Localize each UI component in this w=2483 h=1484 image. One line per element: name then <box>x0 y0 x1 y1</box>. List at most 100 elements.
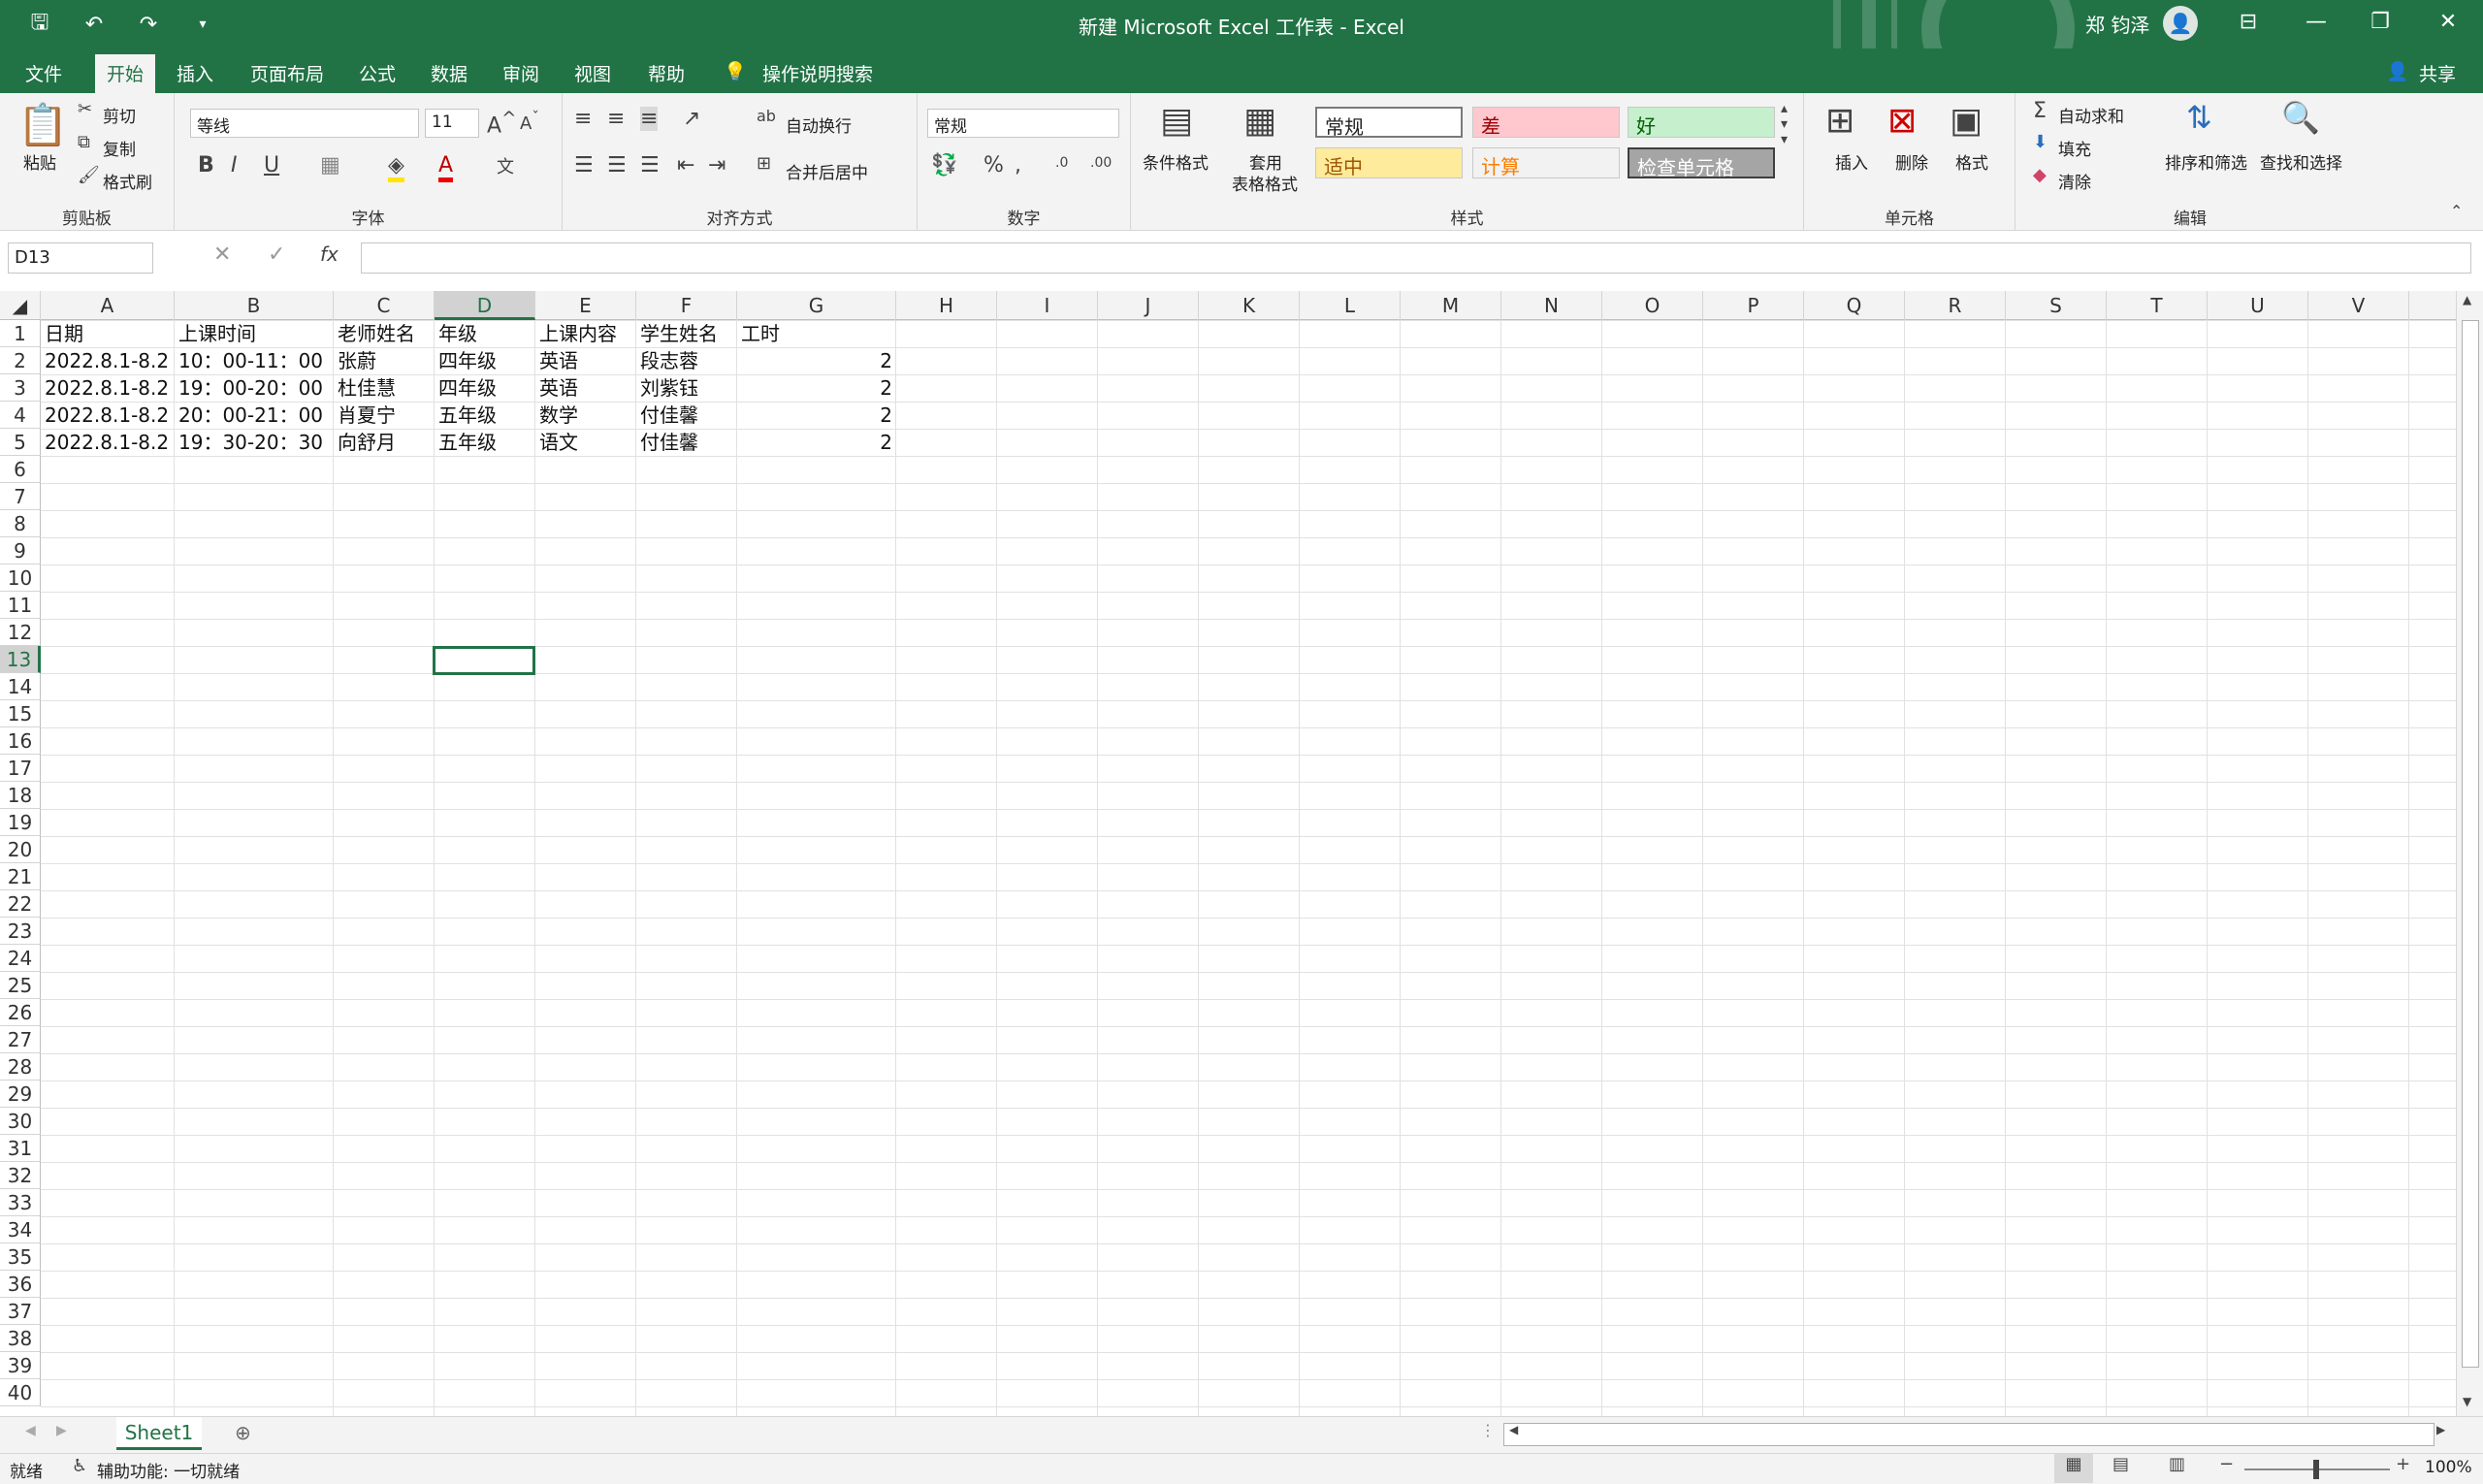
row-header[interactable]: 27 <box>0 1026 41 1053</box>
table-cell[interactable]: 2 <box>737 429 896 456</box>
page-break-view-icon[interactable]: ▥ <box>2169 1454 2185 1474</box>
column-header[interactable]: B <box>175 291 334 320</box>
percent-icon[interactable]: % <box>984 153 1004 177</box>
table-cell[interactable]: 五年级 <box>435 402 535 429</box>
table-cell[interactable]: 英语 <box>535 374 636 402</box>
column-header[interactable]: O <box>1602 291 1703 320</box>
normal-view-icon[interactable]: ▦ <box>2054 1454 2093 1483</box>
align-center-icon[interactable]: ☰ <box>607 153 627 177</box>
row-header[interactable]: 38 <box>0 1325 41 1352</box>
align-middle-icon[interactable]: ≡ <box>607 107 625 131</box>
scroll-left-icon[interactable]: ◀ <box>1509 1423 1518 1436</box>
tab-view[interactable]: 视图 <box>574 60 611 86</box>
table-cell[interactable]: 2022.8.1-8.2 <box>41 347 175 374</box>
table-cell[interactable]: 学生姓名 <box>636 320 737 347</box>
align-left-icon[interactable]: ☰ <box>574 153 594 177</box>
column-header[interactable]: A <box>41 291 175 320</box>
row-header[interactable]: 32 <box>0 1162 41 1189</box>
table-cell[interactable]: 2 <box>737 402 896 429</box>
cancel-icon[interactable]: ✕ <box>213 242 231 267</box>
column-header[interactable]: G <box>737 291 896 320</box>
table-cell[interactable]: 杜佳慧 <box>334 374 435 402</box>
align-top-icon[interactable]: ≡ <box>574 107 592 131</box>
decrease-indent-icon[interactable]: ⇤ <box>677 153 694 177</box>
row-header[interactable]: 21 <box>0 863 41 890</box>
zoom-slider-thumb[interactable] <box>2313 1460 2319 1479</box>
align-right-icon[interactable]: ☰ <box>640 153 660 177</box>
scroll-right-icon[interactable]: ▶ <box>2436 1423 2445 1436</box>
accessibility-status[interactable]: 辅助功能: 一切就绪 <box>97 1458 240 1482</box>
table-cell[interactable]: 20：00-21：00 <box>175 402 334 429</box>
user-name[interactable]: 郑 钧泽 <box>2085 10 2149 38</box>
table-cell[interactable]: 工时 <box>737 320 896 347</box>
style-calculation[interactable]: 计算 <box>1472 147 1620 178</box>
column-header[interactable]: I <box>997 291 1098 320</box>
style-normal[interactable]: 常规 <box>1315 107 1463 139</box>
paste-icon[interactable]: 📋 <box>17 101 68 149</box>
increase-decimal-icon[interactable]: .0 <box>1055 155 1068 171</box>
border-icon[interactable]: ▦ <box>320 153 340 177</box>
row-header[interactable]: 36 <box>0 1271 41 1298</box>
column-header[interactable]: P <box>1703 291 1804 320</box>
tab-insert[interactable]: 插入 <box>177 60 213 86</box>
autosum-button[interactable]: 自动求和 <box>2058 103 2124 127</box>
table-cell[interactable]: 日期 <box>41 320 175 347</box>
column-header[interactable]: V <box>2308 291 2409 320</box>
bold-icon[interactable]: B <box>198 153 214 177</box>
orientation-icon[interactable]: ↗ <box>683 107 700 131</box>
table-cell[interactable]: 张蔚 <box>334 347 435 374</box>
column-header[interactable]: U <box>2208 291 2308 320</box>
column-header[interactable]: J <box>1098 291 1199 320</box>
decrease-font-icon[interactable]: Aˇ <box>520 109 539 134</box>
clear-button[interactable]: 清除 <box>2058 169 2091 193</box>
horizontal-scrollbar[interactable] <box>1503 1423 2435 1446</box>
format-table-line2[interactable]: 表格格式 <box>1232 171 1298 195</box>
row-header[interactable]: 16 <box>0 727 41 755</box>
zoom-out-icon[interactable]: − <box>2219 1454 2234 1474</box>
vertical-scrollbar[interactable]: ▲ ▼ <box>2456 291 2483 1416</box>
table-cell[interactable]: 10：00-11：00 <box>175 347 334 374</box>
font-color-icon[interactable]: A <box>438 153 454 182</box>
copy-button[interactable]: 复制 <box>103 136 136 160</box>
currency-icon[interactable]: 💱 <box>931 153 957 177</box>
tab-data[interactable]: 数据 <box>431 60 468 86</box>
cell-grid[interactable] <box>41 320 2456 1416</box>
row-header[interactable]: 28 <box>0 1053 41 1081</box>
sort-filter-button[interactable]: 排序和筛选 <box>2165 149 2247 174</box>
column-header[interactable]: L <box>1300 291 1401 320</box>
table-cell[interactable]: 上课时间 <box>175 320 334 347</box>
row-header[interactable]: 34 <box>0 1216 41 1243</box>
column-header[interactable]: D <box>435 291 535 320</box>
tab-home[interactable]: 开始 <box>95 54 156 93</box>
row-header[interactable]: 11 <box>0 592 41 619</box>
next-sheet-icon[interactable]: ▶ <box>56 1423 67 1438</box>
table-cell[interactable]: 19：00-20：00 <box>175 374 334 402</box>
split-handle-icon[interactable]: ⋮ <box>1480 1421 1496 1439</box>
worksheet[interactable]: ◢ ABCDEFGHIJKLMNOPQRSTUV 1 2 3 4 5 6 7 8 9 10 11 12… <box>0 291 2483 1416</box>
row-header[interactable]: 9 <box>0 537 41 565</box>
formula-input[interactable] <box>361 242 2471 274</box>
tab-review[interactable]: 审阅 <box>502 60 539 86</box>
font-name-select[interactable]: 等线 <box>190 109 419 138</box>
row-header[interactable]: 31 <box>0 1135 41 1162</box>
table-cell[interactable]: 段志蓉 <box>636 347 737 374</box>
phonetic-icon[interactable]: 文 <box>497 153 514 178</box>
row-header[interactable]: 7 <box>0 483 41 510</box>
enter-icon[interactable]: ✓ <box>268 242 285 267</box>
table-cell[interactable]: 四年级 <box>435 347 535 374</box>
row-header[interactable]: 24 <box>0 945 41 972</box>
column-header[interactable]: S <box>2006 291 2107 320</box>
italic-icon[interactable]: I <box>231 153 238 177</box>
row-header[interactable]: 20 <box>0 836 41 863</box>
table-cell[interactable]: 2022.8.1-8.2 <box>41 402 175 429</box>
paste-button[interactable]: 粘贴 <box>23 149 56 174</box>
table-cell[interactable]: 19：30-20：30 <box>175 429 334 456</box>
prev-sheet-icon[interactable]: ◀ <box>25 1423 36 1438</box>
merge-center-button[interactable]: 合并后居中 <box>786 159 868 183</box>
table-cell[interactable]: 2022.8.1-8.2 <box>41 374 175 402</box>
style-check-cell[interactable]: 检查单元格 <box>1628 147 1775 179</box>
avatar[interactable]: 👤 <box>2163 6 2198 41</box>
increase-indent-icon[interactable]: ⇥ <box>708 153 726 177</box>
select-all-corner[interactable]: ◢ <box>0 291 41 320</box>
table-cell[interactable]: 2022.8.1-8.2 <box>41 429 175 456</box>
